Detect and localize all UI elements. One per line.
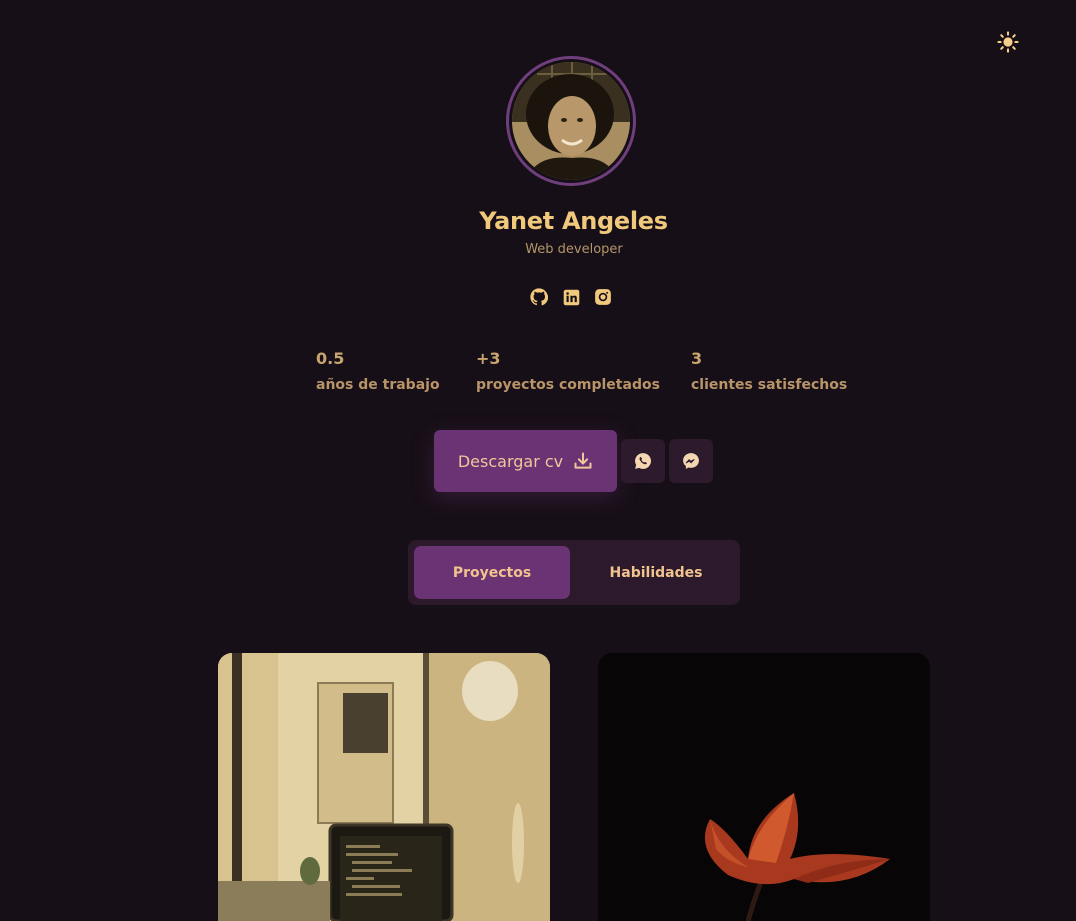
messenger-icon: [683, 453, 699, 469]
stat-label: clientes satisfechos: [691, 377, 848, 393]
tab-habilidades[interactable]: Habilidades: [578, 546, 734, 599]
instagram-link[interactable]: [594, 288, 612, 306]
whatsapp-button[interactable]: [621, 439, 665, 483]
stat-years: 0.5 años de trabajo: [316, 349, 440, 393]
stat-value: 0.5: [316, 349, 345, 368]
download-cv-button[interactable]: Descargar cv: [434, 430, 617, 492]
sun-icon: [997, 31, 1019, 53]
stat-label: proyectos completados: [476, 377, 660, 393]
avatar-ring: [506, 56, 636, 186]
profile-name: Yanet Angeles: [479, 207, 668, 235]
avatar: [512, 62, 630, 180]
project-card[interactable]: [218, 653, 550, 921]
tab-proyectos[interactable]: Proyectos: [414, 546, 570, 599]
stat-clients: 3 clientes satisfechos: [691, 349, 847, 393]
github-link[interactable]: [530, 288, 548, 306]
linkedin-icon: [563, 289, 579, 305]
messenger-button[interactable]: [669, 439, 713, 483]
whatsapp-icon: [635, 453, 651, 469]
social-links: [530, 288, 612, 306]
theme-toggle-button[interactable]: [994, 28, 1022, 56]
profile-role: Web developer: [525, 242, 623, 257]
workspace-laptop-photo: [218, 653, 550, 921]
stat-value: 3: [691, 349, 703, 368]
instagram-icon: [595, 289, 611, 305]
red-tulip-photo: [598, 653, 930, 921]
stat-value: +3: [476, 349, 501, 368]
github-icon: [530, 288, 548, 306]
section-tabs: Proyectos Habilidades: [408, 540, 740, 605]
download-icon: [574, 452, 592, 469]
portfolio-page: Yanet Angeles Web developer 0.5 años de …: [0, 0, 1076, 921]
linkedin-link[interactable]: [562, 288, 580, 306]
stat-projects: +3 proyectos completados: [476, 349, 660, 393]
project-card[interactable]: [598, 653, 930, 921]
stat-label: años de trabajo: [316, 377, 440, 393]
download-cv-label: Descargar cv: [457, 451, 564, 471]
